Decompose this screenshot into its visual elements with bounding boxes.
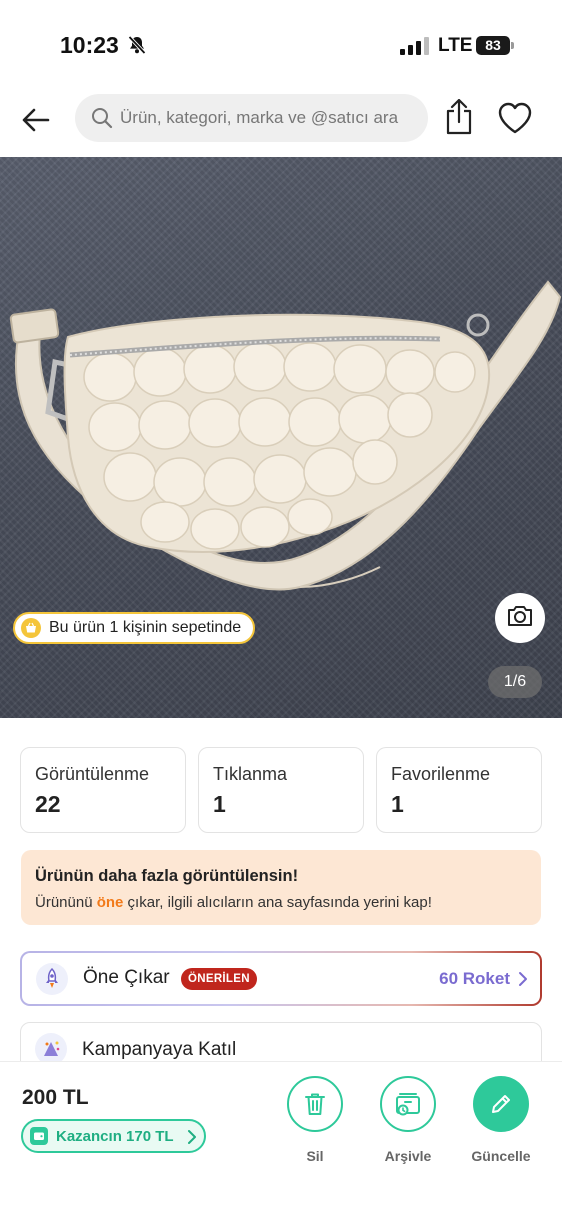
stat-views-label: Görüntülenme [35, 764, 150, 784]
feature-label: Öne Çıkar [83, 967, 170, 988]
recommended-badge: ÖNERİLEN [181, 968, 257, 990]
earnings-pill[interactable]: Kazancın 170 TL [21, 1119, 206, 1153]
image-counter: 1/6 [488, 666, 542, 698]
basket-icon [21, 618, 41, 638]
update-label: Güncelle [471, 1148, 531, 1164]
stat-favorites-label: Favorilenme [391, 764, 491, 784]
promo-box: Ürünün daha fazla görüntülensin! Ürününü… [21, 850, 541, 925]
promo-desc-after: çıkar, ilgili alıcıların ana sayfasında … [123, 894, 432, 911]
camera-icon [506, 604, 534, 633]
promo-desc-before: Ürününü [35, 894, 97, 911]
promo-description: Ürününü öne çıkar, ilgili alıcıların ana… [35, 894, 432, 911]
archive-circle[interactable] [380, 1076, 436, 1132]
basket-badge: Bu ürün 1 kişinin sepetinde [13, 612, 256, 644]
stat-favorites-value: 1 [391, 791, 404, 817]
delete-circle[interactable] [287, 1076, 343, 1132]
wallet-icon [30, 1127, 48, 1145]
trash-icon [305, 1093, 325, 1115]
update-button[interactable]: Güncelle [456, 1076, 546, 1164]
product-image[interactable]: Bu ürün 1 kişinin sepetinde 1/6 [0, 157, 562, 718]
search-input[interactable] [120, 94, 420, 142]
promo-desc-highlight: öne [96, 894, 124, 911]
price: 200 TL [22, 1086, 89, 1109]
rocket-icon [36, 963, 68, 995]
archive-label: Arşivle [384, 1148, 432, 1164]
stat-clicks-label: Tıklanma [213, 764, 288, 784]
network-label: LTE [438, 35, 473, 56]
stat-favorites: Favorilenme 1 [376, 747, 542, 833]
chevron-right-icon [187, 1129, 197, 1150]
signal-icon [400, 37, 430, 60]
bell-slash-icon [127, 35, 147, 60]
share-icon[interactable] [443, 98, 475, 140]
campaign-label: Kampanyaya Katıl [82, 1039, 237, 1060]
feature-cost: 60 Roket [439, 969, 510, 988]
stat-clicks: Tıklanma 1 [198, 747, 364, 833]
chevron-right-icon [518, 971, 528, 992]
delete-label: Sil [306, 1148, 324, 1164]
basket-badge-text: Bu ürün 1 kişinin sepetinde [49, 619, 242, 636]
feature-boost-row[interactable]: Öne Çıkar ÖNERİLEN 60 Roket [20, 951, 542, 1006]
archive-button[interactable]: Arşivle [363, 1076, 453, 1164]
archive-icon [396, 1093, 420, 1116]
bottom-action-bar: 200 TL Kazancın 170 TL Sil Arşivle Günce… [0, 1061, 562, 1221]
top-bar [0, 84, 562, 156]
stat-views: Görüntülenme 22 [20, 747, 186, 833]
camera-button[interactable] [495, 593, 545, 643]
pencil-icon [492, 1095, 510, 1113]
battery-level: 83 [476, 36, 510, 55]
stat-clicks-value: 1 [213, 791, 226, 817]
heart-icon[interactable] [497, 102, 533, 139]
battery-cap [511, 42, 514, 49]
status-bar: 10:23 LTE 83 [0, 0, 562, 84]
update-circle[interactable] [473, 1076, 529, 1132]
stat-views-value: 22 [35, 791, 61, 817]
delete-button[interactable]: Sil [270, 1076, 360, 1164]
search-icon [91, 107, 113, 134]
earnings-text: Kazancın 170 TL [56, 1127, 174, 1145]
promo-title: Ürünün daha fazla görüntülensin! [35, 867, 299, 885]
search-bar[interactable] [75, 94, 428, 142]
status-time: 10:23 [60, 32, 119, 58]
back-arrow-icon[interactable] [18, 102, 54, 138]
